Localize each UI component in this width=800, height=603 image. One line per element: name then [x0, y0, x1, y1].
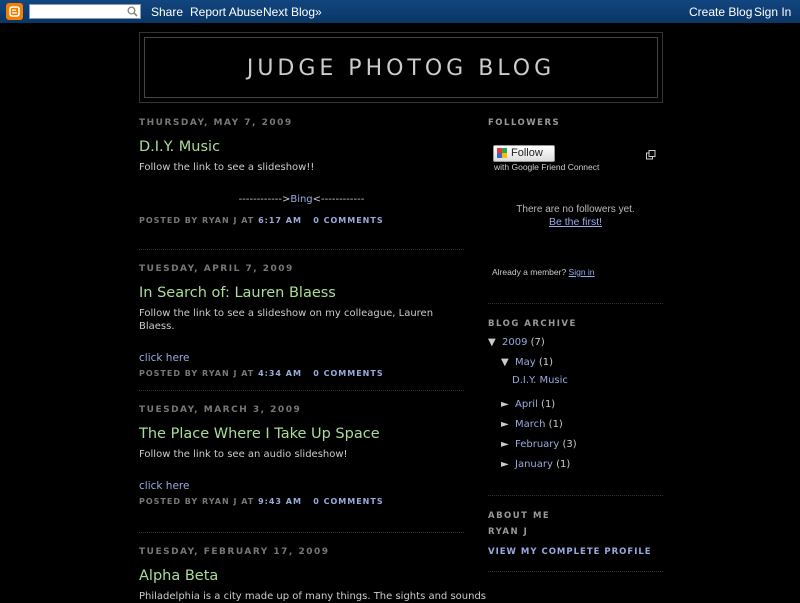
comments-link[interactable]: 0 comments: [313, 216, 383, 225]
archive-month-label[interactable]: April: [515, 399, 538, 410]
archive-month-count: (1): [556, 459, 571, 470]
search-icon[interactable]: [127, 6, 138, 20]
posted-by-label: Posted by: [139, 369, 199, 378]
post-footer: Posted by Ryan J at 4:34 AM 0 comments: [139, 369, 464, 378]
post-title[interactable]: In Search of: Lauren Blaess: [139, 285, 464, 303]
post-footer: Posted by Ryan J at 9:43 AM 0 comments: [139, 497, 464, 506]
archive-month-march[interactable]: ► March (1): [501, 419, 563, 430]
sign-in-link[interactable]: Sign In: [754, 5, 791, 19]
share-link[interactable]: Share: [151, 5, 183, 19]
collapsed-triangle-icon[interactable]: ►: [501, 419, 515, 430]
post-time-link[interactable]: 4:34 AM: [258, 369, 302, 378]
blog-title[interactable]: JUDGE PHOTOG BLOG: [145, 56, 657, 81]
archive-month-may[interactable]: ▼ May (1): [501, 357, 553, 368]
post-title[interactable]: The Place Where I Take Up Space: [139, 426, 464, 444]
comments-link[interactable]: 0 comments: [313, 369, 383, 378]
about-me-heading: About Me: [488, 511, 551, 521]
follow-button[interactable]: Follow: [493, 145, 555, 162]
at-label: at: [241, 497, 255, 506]
search-input[interactable]: [32, 5, 124, 18]
post-title[interactable]: Alpha Beta: [139, 568, 464, 586]
archive-month-february[interactable]: ► February (3): [501, 439, 577, 450]
already-member-label: Already a member?: [492, 267, 567, 277]
post-title[interactable]: D.I.Y. Music: [139, 139, 464, 157]
collapsed-triangle-icon[interactable]: ►: [501, 459, 515, 470]
blog-archive-heading: Blog Archive: [488, 319, 577, 329]
collapsed-triangle-icon[interactable]: ►: [501, 439, 515, 450]
arrow-left-text: ------------>: [238, 194, 291, 205]
post-body: Philadelphia is a city made up of many t…: [139, 591, 487, 602]
expanded-triangle-icon[interactable]: ▼: [501, 357, 515, 368]
post-date: Tuesday, February 17, 2009: [139, 547, 330, 557]
followers-heading: Followers: [488, 118, 561, 128]
main-column: Thursday, May 7, 2009 D.I.Y. Music Follo…: [139, 118, 487, 603]
archive-month-april[interactable]: ► April (1): [501, 399, 555, 410]
archive-month-count: (1): [538, 357, 554, 368]
blog-post: Tuesday, February 17, 2009 Alpha Beta Ph…: [139, 533, 487, 603]
google-friend-connect-icon: [497, 148, 507, 158]
post-time-link[interactable]: 9:43 AM: [258, 497, 302, 506]
collapsed-triangle-icon[interactable]: ►: [501, 399, 515, 410]
sidebar: Followers Follow with Google Friend Conn…: [488, 118, 663, 572]
follow-label: Follow: [511, 147, 543, 159]
followers-widget: Followers Follow with Google Friend Conn…: [488, 118, 663, 303]
post-body: Follow the link to see an audio slidesho…: [139, 449, 348, 460]
blog-post: Tuesday, April 7, 2009 In Search of: Lau…: [139, 250, 464, 390]
archive-post-link[interactable]: D.I.Y. Music: [512, 375, 568, 386]
archive-year-label[interactable]: 2009: [502, 337, 527, 348]
be-first-link[interactable]: Be the first!: [488, 216, 663, 228]
archive-month-count: (1): [548, 419, 563, 430]
blog-header: JUDGE PHOTOG BLOG: [139, 32, 663, 103]
popout-icon[interactable]: [646, 145, 656, 164]
archive-year-count: (7): [530, 337, 545, 348]
gfc-subtitle: with Google Friend Connect: [494, 162, 600, 172]
post-body: Follow the link to see a slideshow!!: [139, 162, 315, 173]
expanded-triangle-icon[interactable]: ▼: [488, 337, 502, 348]
post-date: Thursday, May 7, 2009: [139, 118, 293, 128]
blog-post: Tuesday, March 3, 2009 The Place Where I…: [139, 391, 464, 532]
no-followers-text: There are no followers yet.: [516, 204, 635, 215]
at-label: at: [241, 369, 255, 378]
blog-archive-widget: Blog Archive ▼ 2009 (7) ▼ May (1) D.I.Y. M…: [488, 304, 663, 495]
archive-month-label[interactable]: February: [515, 439, 559, 450]
header-inner-border: JUDGE PHOTOG BLOG: [144, 37, 658, 98]
archive-month-label[interactable]: January: [515, 459, 553, 470]
post-author: Ryan J: [202, 497, 238, 506]
archive-month-label[interactable]: March: [515, 419, 545, 430]
archive-year-2009[interactable]: ▼ 2009 (7): [488, 337, 545, 348]
followers-sign-in-link[interactable]: Sign in: [569, 267, 595, 277]
post-time-link[interactable]: 6:17 AM: [258, 216, 302, 225]
click-here-link[interactable]: click here: [139, 480, 464, 492]
comments-link[interactable]: 0 comments: [313, 497, 383, 506]
search-box: [29, 4, 141, 19]
posted-by-label: Posted by: [139, 216, 199, 225]
posted-by-label: Posted by: [139, 497, 199, 506]
post-body: Follow the link to see a slideshow on my…: [139, 308, 434, 332]
click-here-link[interactable]: click here: [139, 352, 464, 364]
view-profile-link[interactable]: View my complete profile: [488, 547, 663, 557]
blogger-navbar: Share Report Abuse Next Blog» Create Blo…: [0, 0, 800, 23]
sidebar-separator: [488, 571, 663, 572]
report-abuse-link[interactable]: Report Abuse: [190, 5, 263, 19]
post-date: Tuesday, April 7, 2009: [139, 264, 294, 274]
arrow-right-text: <------------: [312, 194, 365, 205]
post-author: Ryan J: [202, 216, 238, 225]
at-label: at: [241, 216, 255, 225]
bing-link[interactable]: Bing: [290, 194, 312, 205]
post-date: Tuesday, March 3, 2009: [139, 405, 302, 415]
blogger-logo-icon[interactable]: [6, 3, 23, 20]
archive-month-label[interactable]: May: [515, 357, 536, 368]
about-me-widget: About Me Ryan J View my complete profile: [488, 496, 663, 571]
archive-month-count: (1): [541, 399, 556, 410]
archive-month-count: (3): [562, 439, 577, 450]
profile-name[interactable]: Ryan J: [488, 527, 663, 537]
next-blog-link[interactable]: Next Blog»: [263, 5, 322, 19]
archive-month-january[interactable]: ► January (1): [501, 459, 570, 470]
already-member-text: Already a member? Sign in: [492, 267, 595, 277]
post-author: Ryan J: [202, 369, 238, 378]
post-link-line: ------------>Bing<------------: [139, 194, 464, 205]
blog-post: Thursday, May 7, 2009 D.I.Y. Music Follo…: [139, 118, 464, 249]
create-blog-link[interactable]: Create Blog: [689, 5, 752, 19]
post-footer: Posted by Ryan J at 6:17 AM 0 comments: [139, 216, 464, 225]
